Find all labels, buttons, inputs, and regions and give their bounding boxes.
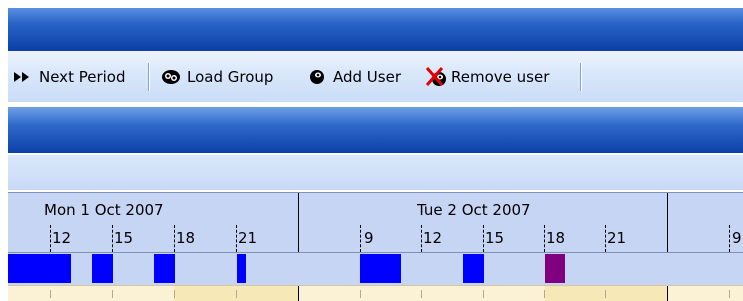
day-label: Mon 1 Oct 2007 xyxy=(44,201,164,219)
user-add-icon xyxy=(308,68,328,86)
info-band xyxy=(8,155,743,190)
hour-label: 12 xyxy=(52,229,72,247)
booking-block[interactable] xyxy=(360,254,401,283)
calendar-tick xyxy=(360,290,361,298)
section-band xyxy=(8,107,743,153)
hour-label: 18 xyxy=(546,229,566,247)
calendar-tick xyxy=(112,290,113,298)
booking-block[interactable] xyxy=(154,254,175,283)
day-divider xyxy=(298,286,299,301)
day-divider xyxy=(667,225,668,252)
calendar-tick xyxy=(174,290,175,298)
hour-tick xyxy=(112,225,113,252)
hour-label: 15 xyxy=(485,229,505,247)
booking-block[interactable] xyxy=(92,254,113,283)
day-divider xyxy=(667,286,668,301)
fast-forward-icon xyxy=(12,68,34,86)
hour-label: 12 xyxy=(423,229,443,247)
calendar-tick xyxy=(605,290,606,298)
user-remove-icon xyxy=(424,64,450,90)
timeline: Mon 1 Oct 2007 Tue 2 Oct 2007 12 15 18 2… xyxy=(8,192,743,301)
calendar-tick xyxy=(236,290,237,298)
next-period-button[interactable]: Next Period xyxy=(12,66,125,88)
hour-label: 18 xyxy=(176,229,196,247)
hour-label: 21 xyxy=(607,229,627,247)
resource-row xyxy=(8,253,743,285)
group-icon xyxy=(160,68,182,86)
hour-tick xyxy=(605,225,606,252)
next-period-label: Next Period xyxy=(39,68,126,86)
booking-block[interactable] xyxy=(237,254,246,283)
load-group-button[interactable]: Load Group xyxy=(160,66,273,88)
header-band xyxy=(8,8,743,51)
day-divider xyxy=(298,193,299,225)
hour-tick xyxy=(236,225,237,252)
calendar-tick xyxy=(483,290,484,298)
day-divider xyxy=(667,193,668,225)
hour-label: 9 xyxy=(732,229,742,247)
calendar-tick xyxy=(544,290,545,298)
booking-block[interactable] xyxy=(545,254,565,283)
booking-block[interactable] xyxy=(8,254,71,283)
calendar-row xyxy=(8,285,743,301)
day-label: Tue 2 Oct 2007 xyxy=(417,201,531,219)
hour-tick xyxy=(483,225,484,252)
hour-tick xyxy=(544,225,545,252)
hour-header-row: 12 15 18 21 9 12 15 18 21 9 xyxy=(8,225,743,253)
hour-tick xyxy=(174,225,175,252)
hour-label: 9 xyxy=(364,229,374,247)
toolbar-separator xyxy=(148,63,149,91)
load-group-label: Load Group xyxy=(187,68,274,86)
day-divider xyxy=(298,225,299,252)
remove-user-button[interactable]: Remove user xyxy=(424,66,549,88)
day-header-row: Mon 1 Oct 2007 Tue 2 Oct 2007 xyxy=(8,192,743,226)
remove-user-label: Remove user xyxy=(451,68,550,86)
add-user-button[interactable]: Add User xyxy=(308,66,401,88)
toolbar-separator xyxy=(580,63,581,91)
non-working-shade xyxy=(545,286,667,301)
calendar-tick xyxy=(421,290,422,298)
booking-block[interactable] xyxy=(463,254,484,283)
hour-label: 15 xyxy=(114,229,134,247)
calendar-tick xyxy=(50,290,51,298)
hour-label: 21 xyxy=(238,229,258,247)
add-user-label: Add User xyxy=(333,68,401,86)
hour-tick xyxy=(421,225,422,252)
toolbar: Next Period Load Group Add User Remove u… xyxy=(8,51,743,102)
calendar-tick xyxy=(729,290,730,298)
hour-tick xyxy=(360,225,361,252)
hour-tick xyxy=(729,225,730,252)
hour-tick xyxy=(50,225,51,252)
